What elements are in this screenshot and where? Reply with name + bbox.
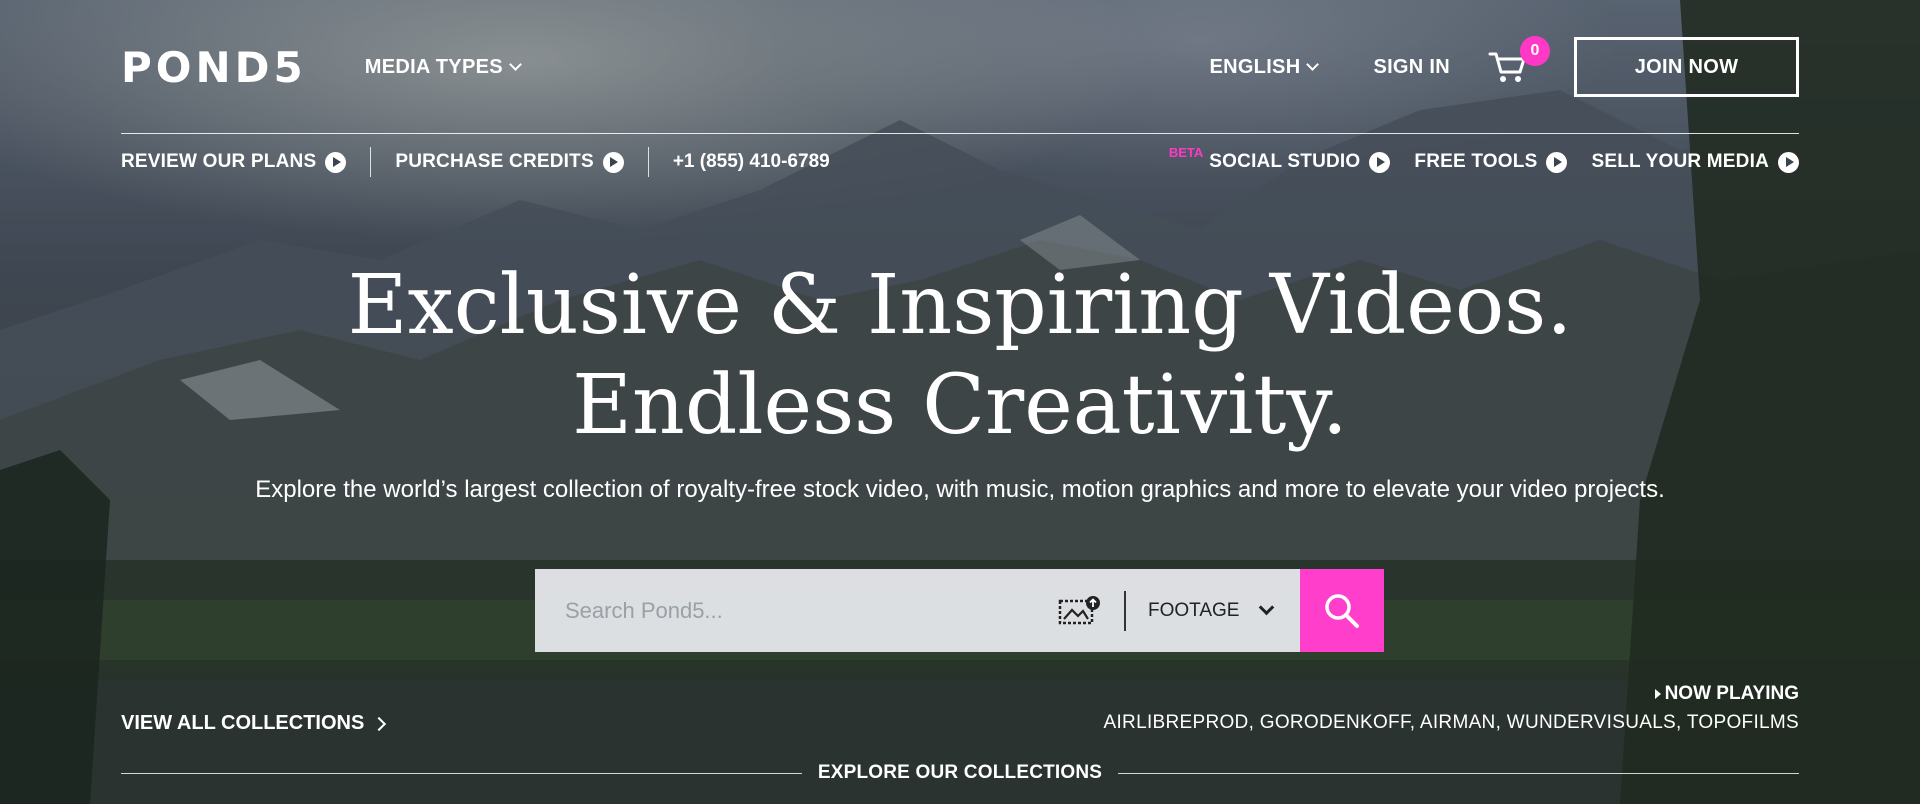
review-plans-label: REVIEW OUR PLANS [121, 151, 317, 172]
play-circle-icon [602, 151, 624, 173]
search-box: FOOTAGE [535, 569, 1300, 652]
now-playing-label: NOW PLAYING [1654, 683, 1799, 705]
play-circle-icon [1546, 151, 1568, 173]
free-tools-label: FREE TOOLS [1414, 151, 1538, 172]
now-playing-contributors[interactable]: AIRLIBREPROD, GORODENKOFF, AIRMAN, WUNDE… [1104, 712, 1800, 734]
hero-subtitle: Explore the world’s largest collection o… [255, 476, 1665, 503]
search-button[interactable] [1300, 569, 1384, 652]
social-studio-label: SOCIAL STUDIO [1209, 151, 1361, 172]
sub-navigation: REVIEW OUR PLANS PURCHASE CREDITS +1 (85… [121, 145, 1799, 177]
sell-media-label: SELL YOUR MEDIA [1591, 151, 1769, 172]
explore-collections-divider: EXPLORE OUR COLLECTIONS [121, 762, 1799, 784]
chevron-right-icon [372, 716, 387, 731]
view-all-collections-link[interactable]: VIEW ALL COLLECTIONS [121, 712, 387, 735]
hero-headline: Exclusive & Inspiring Videos. Endless Cr… [0, 256, 1920, 456]
join-now-button[interactable]: JOIN NOW [1574, 37, 1799, 97]
view-all-collections-label: VIEW ALL COLLECTIONS [121, 712, 365, 734]
purchase-credits-link[interactable]: PURCHASE CREDITS [395, 151, 624, 173]
pond5-logo[interactable]: POND5 [121, 43, 307, 92]
media-type-select[interactable]: FOOTAGE [1148, 599, 1275, 622]
phone-number[interactable]: +1 (855) 410-6789 [673, 151, 830, 173]
play-circle-icon [1369, 151, 1391, 173]
divider [647, 147, 649, 177]
media-types-dropdown[interactable]: MEDIA TYPES [364, 55, 522, 79]
divider-line [121, 772, 802, 774]
language-label: ENGLISH [1209, 55, 1301, 78]
play-circle-icon [325, 151, 347, 173]
search-icon [1325, 593, 1359, 628]
media-type-selected: FOOTAGE [1148, 599, 1240, 621]
divider-line [1118, 772, 1799, 774]
sign-in-link[interactable]: SIGN IN [1373, 56, 1450, 79]
purchase-credits-label: PURCHASE CREDITS [395, 151, 594, 172]
cart-button[interactable]: 0 [1488, 36, 1550, 84]
language-dropdown[interactable]: ENGLISH [1209, 55, 1320, 79]
now-playing-text: NOW PLAYING [1664, 683, 1799, 704]
play-triangle-icon [1654, 689, 1661, 699]
headline-line-2: Endless Creativity. [572, 358, 1348, 453]
top-nav-right: ENGLISH SIGN IN 0 JOIN NOW [1209, 36, 1799, 97]
sell-media-link[interactable]: SELL YOUR MEDIA [1591, 151, 1799, 173]
image-search-icon[interactable] [1058, 595, 1102, 627]
top-navigation: POND5 MEDIA TYPES ENGLISH SIGN IN 0 JOIN… [121, 36, 1799, 98]
media-types-label: MEDIA TYPES [364, 55, 503, 78]
divider [370, 147, 372, 177]
search-bar: FOOTAGE [535, 569, 1384, 652]
review-plans-link[interactable]: REVIEW OUR PLANS [121, 151, 347, 173]
chevron-down-icon [1306, 58, 1320, 71]
divider [1124, 590, 1126, 631]
free-tools-link[interactable]: FREE TOOLS [1414, 151, 1568, 173]
sub-nav-right: BETA SOCIAL STUDIO FREE TOOLS SELL YOUR … [1169, 145, 1799, 173]
headline-line-1: Exclusive & Inspiring Videos. [347, 258, 1573, 353]
explore-collections-label[interactable]: EXPLORE OUR COLLECTIONS [802, 762, 1118, 784]
chevron-down-icon [1258, 599, 1275, 616]
search-input[interactable] [565, 597, 1058, 624]
social-studio-link[interactable]: SOCIAL STUDIO [1209, 151, 1391, 173]
play-circle-icon [1778, 151, 1799, 173]
chevron-down-icon [509, 58, 522, 71]
nav-divider [121, 133, 1799, 134]
cart-count-badge: 0 [1520, 36, 1550, 66]
beta-badge: BETA [1168, 144, 1204, 160]
